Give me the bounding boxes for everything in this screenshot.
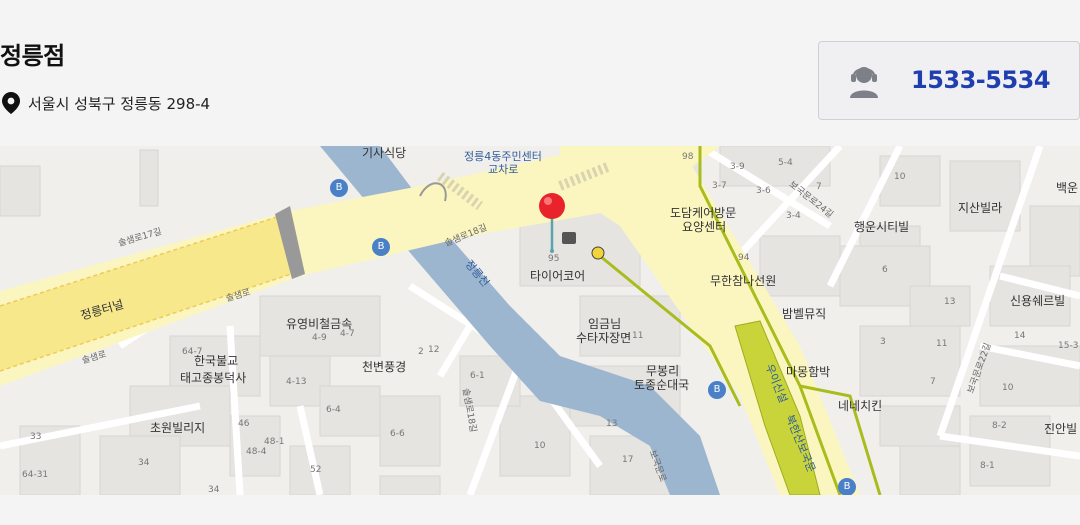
- map-label: 태고종봉덕사: [180, 371, 247, 385]
- map-number: 11: [632, 331, 644, 341]
- map-label: 수타자장면: [576, 331, 632, 345]
- map-label: 진안빌: [1044, 422, 1078, 436]
- map-number: 34: [208, 485, 220, 495]
- map-label: 토종순대국: [634, 378, 690, 392]
- map-number: 2: [418, 347, 424, 357]
- map-number: 94: [738, 253, 750, 263]
- phone-box[interactable]: 1533-5534: [818, 41, 1080, 120]
- map-number: 48-4: [246, 447, 267, 457]
- store-header: 정릉점 서울시 성북구 정릉동 298-4 1533-5534: [0, 0, 1080, 146]
- location-map[interactable]: B B B B 기사식당 정릉4동주민센터 교차로 도담케어방문 요양센터 타이…: [0, 146, 1080, 495]
- map-number: 8-1: [980, 461, 995, 471]
- map-label: 지산빌라: [958, 201, 1003, 215]
- map-label: 타이어코어: [530, 269, 586, 283]
- map-number: 5-4: [778, 158, 793, 168]
- map-number: 10: [894, 172, 906, 182]
- map-number: 64-7: [182, 347, 203, 357]
- map-number: 17: [622, 455, 634, 465]
- bus-stop-icon[interactable]: B: [330, 179, 348, 197]
- call-agent-icon: [850, 67, 878, 98]
- map-number: 98: [682, 152, 694, 162]
- phone-number[interactable]: 1533-5534: [911, 66, 1051, 94]
- map-label: 요양센터: [682, 220, 727, 234]
- map-number: 10: [1002, 383, 1014, 393]
- map-number: 52: [310, 465, 322, 475]
- map-number: 13: [944, 297, 956, 307]
- map-label: 행운시티빌: [854, 220, 910, 234]
- map-number: 6-6: [390, 429, 405, 439]
- store-address: 서울시 성북구 정릉동 298-4: [2, 92, 210, 114]
- bus-stop-icon[interactable]: B: [708, 381, 726, 399]
- map-label: 마몽함박: [786, 365, 831, 379]
- map-number: 95: [548, 254, 560, 264]
- map-label: 정릉4동주민센터: [464, 150, 542, 163]
- map-number: 13: [606, 419, 618, 429]
- bus-stop-icon[interactable]: B: [838, 478, 856, 495]
- map-label: 교차로: [488, 163, 519, 176]
- map-number: 4-7: [340, 329, 355, 339]
- map-number: 12: [428, 345, 440, 355]
- map-number: 6-1: [470, 371, 485, 381]
- map-number: 3-4: [786, 211, 801, 221]
- store-name: 정릉점: [0, 42, 65, 70]
- location-pin-icon: [2, 92, 20, 114]
- map-label: 초원빌리지: [150, 421, 206, 435]
- map-label: 기사식당: [362, 146, 407, 160]
- map-label: 무봉리: [646, 364, 680, 378]
- map-number: 64-31: [22, 470, 49, 480]
- map-label: 도담케어방문: [670, 206, 737, 220]
- map-number: 3-6: [756, 186, 771, 196]
- map-number: 8-2: [992, 421, 1007, 431]
- map-number: 4-13: [286, 377, 307, 387]
- map-number: 4-9: [312, 333, 327, 343]
- map-number: 14: [1014, 331, 1026, 341]
- map-label: 네네치킨: [838, 399, 883, 413]
- map-number: 10: [534, 441, 546, 451]
- map-number: 15-3: [1058, 341, 1079, 351]
- map-number: 34: [138, 458, 150, 468]
- map-label: 천변풍경: [362, 360, 407, 374]
- map-number: 33: [30, 432, 42, 442]
- address-text: 서울시 성북구 정릉동 298-4: [28, 94, 211, 113]
- map-label: 임금님: [588, 317, 622, 331]
- map-label: 무한참나선원: [710, 274, 777, 288]
- map-label: 백운: [1056, 181, 1079, 195]
- map-number: 3: [880, 337, 886, 347]
- map-number: 48-1: [264, 437, 285, 447]
- bottom-spacer: [0, 495, 1080, 525]
- map-number: 46: [238, 419, 250, 429]
- bus-stop-icon[interactable]: B: [372, 238, 390, 256]
- map-number: 7: [930, 377, 936, 387]
- map-label: 밤벨뮤직: [782, 307, 827, 321]
- map-label: 신용쉐르빌: [1010, 294, 1066, 308]
- map-number: 6: [882, 265, 888, 275]
- map-number: 6-4: [326, 405, 341, 415]
- map-number: 3-9: [730, 162, 745, 172]
- map-number: 7: [816, 182, 822, 192]
- map-number: 11: [936, 339, 948, 349]
- map-number: 3-7: [712, 181, 727, 191]
